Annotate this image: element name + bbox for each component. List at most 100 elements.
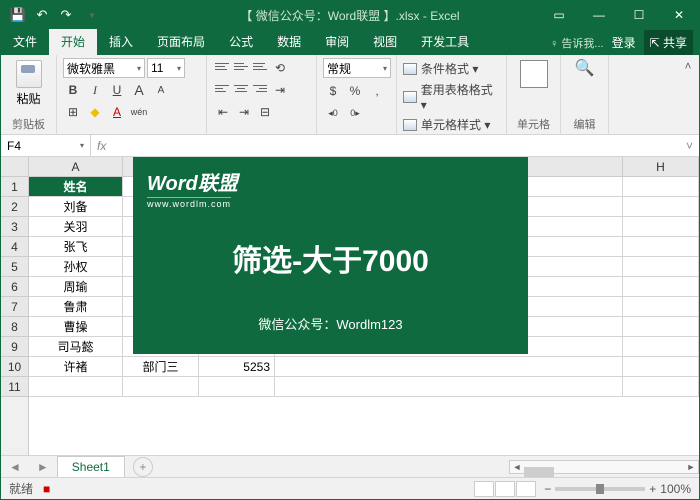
tab-data[interactable]: 数据 bbox=[265, 28, 313, 55]
tab-developer[interactable]: 开发工具 bbox=[409, 28, 481, 55]
cell[interactable] bbox=[623, 217, 699, 237]
save-button[interactable]: 💾 bbox=[7, 4, 29, 26]
align-center-icon[interactable] bbox=[232, 80, 250, 96]
cell[interactable] bbox=[123, 377, 199, 397]
tab-formulas[interactable]: 公式 bbox=[217, 28, 265, 55]
redo-button[interactable]: ↷ bbox=[55, 4, 77, 26]
cell[interactable] bbox=[199, 377, 275, 397]
page-layout-view-button[interactable] bbox=[495, 481, 515, 497]
scroll-left-icon[interactable]: ◄ bbox=[510, 462, 524, 472]
scroll-right-icon[interactable]: ► bbox=[684, 462, 698, 472]
cell[interactable] bbox=[275, 357, 623, 377]
sheet-tab-1[interactable]: Sheet1 bbox=[57, 456, 125, 477]
font-color-button[interactable]: A bbox=[107, 102, 127, 122]
align-right-icon[interactable] bbox=[251, 80, 269, 96]
cell[interactable]: 姓名 bbox=[29, 177, 123, 197]
ribbon-options-icon[interactable]: ▭ bbox=[539, 1, 579, 29]
grow-font-button[interactable]: A bbox=[129, 80, 149, 100]
fx-icon[interactable]: fx bbox=[97, 139, 106, 153]
conditional-format-button[interactable]: 条件格式 ▾ bbox=[403, 58, 500, 79]
row-header[interactable]: 9 bbox=[1, 337, 28, 357]
zoom-slider[interactable] bbox=[555, 487, 645, 491]
minimize-button[interactable]: — bbox=[579, 1, 619, 29]
align-middle-icon[interactable] bbox=[232, 58, 250, 74]
cell[interactable]: 刘备 bbox=[29, 197, 123, 217]
row-header[interactable]: 4 bbox=[1, 237, 28, 257]
tab-insert[interactable]: 插入 bbox=[97, 28, 145, 55]
tab-view[interactable]: 视图 bbox=[361, 28, 409, 55]
cell[interactable] bbox=[275, 377, 623, 397]
add-sheet-button[interactable]: + bbox=[133, 457, 153, 477]
decrease-indent-button[interactable]: ⇤ bbox=[213, 102, 233, 122]
currency-button[interactable]: $ bbox=[323, 81, 343, 101]
tab-review[interactable]: 审阅 bbox=[313, 28, 361, 55]
cell[interactable] bbox=[623, 297, 699, 317]
cell[interactable]: 关羽 bbox=[29, 217, 123, 237]
normal-view-button[interactable] bbox=[474, 481, 494, 497]
align-bottom-icon[interactable] bbox=[251, 58, 269, 74]
paste-button[interactable]: 粘贴 bbox=[7, 58, 50, 109]
find-icon[interactable]: 🔍 bbox=[574, 58, 596, 80]
cell[interactable] bbox=[623, 197, 699, 217]
cell[interactable] bbox=[623, 377, 699, 397]
login-link[interactable]: 登录 bbox=[612, 34, 636, 51]
font-size-combo[interactable]: 11▾ bbox=[147, 58, 185, 78]
share-button[interactable]: ⇱ 共享 bbox=[644, 30, 693, 55]
fill-color-button[interactable]: ◆ bbox=[85, 102, 105, 122]
zoom-in-button[interactable]: + bbox=[649, 482, 656, 496]
zoom-level[interactable]: 100% bbox=[660, 482, 691, 496]
undo-button[interactable]: ↶ bbox=[31, 4, 53, 26]
cell[interactable] bbox=[623, 257, 699, 277]
expand-formula-bar[interactable]: ˅ bbox=[686, 139, 693, 153]
increase-indent-button[interactable]: ⇥ bbox=[234, 102, 254, 122]
cell[interactable]: 鲁肃 bbox=[29, 297, 123, 317]
cell[interactable]: 张飞 bbox=[29, 237, 123, 257]
qat-customize[interactable]: ▼ bbox=[81, 4, 103, 26]
sheet-nav-left[interactable]: ◄ bbox=[1, 460, 29, 474]
name-box[interactable]: F4▾ bbox=[1, 135, 91, 156]
cell[interactable] bbox=[623, 357, 699, 377]
collapse-ribbon-button[interactable]: ˄ bbox=[677, 55, 699, 134]
cell[interactable]: 部门三 bbox=[123, 357, 199, 377]
sheet-nav-right[interactable]: ► bbox=[29, 460, 57, 474]
row-header[interactable]: 10 bbox=[1, 357, 28, 377]
close-button[interactable]: ✕ bbox=[659, 1, 699, 29]
cell[interactable] bbox=[623, 317, 699, 337]
wrap-text-button[interactable]: ⇥ bbox=[270, 80, 290, 100]
bold-button[interactable]: B bbox=[63, 80, 83, 100]
row-header[interactable]: 1 bbox=[1, 177, 28, 197]
tab-home[interactable]: 开始 bbox=[49, 28, 97, 55]
tab-layout[interactable]: 页面布局 bbox=[145, 28, 217, 55]
select-all-button[interactable] bbox=[1, 157, 28, 177]
row-header[interactable]: 6 bbox=[1, 277, 28, 297]
increase-decimal-button[interactable]: ◂0 bbox=[323, 103, 343, 123]
cell[interactable]: 5253 bbox=[199, 357, 275, 377]
merge-button[interactable]: ⊟ bbox=[255, 102, 275, 122]
cell[interactable]: 曹操 bbox=[29, 317, 123, 337]
maximize-button[interactable]: ☐ bbox=[619, 1, 659, 29]
cell[interactable] bbox=[29, 377, 123, 397]
tell-me[interactable]: ♀ 告诉我... bbox=[550, 35, 603, 51]
cell[interactable]: 孙权 bbox=[29, 257, 123, 277]
cell[interactable]: 周瑜 bbox=[29, 277, 123, 297]
cells-icon[interactable] bbox=[520, 60, 548, 88]
row-header[interactable]: 11 bbox=[1, 377, 28, 397]
cell[interactable]: 许褚 bbox=[29, 357, 123, 377]
format-table-button[interactable]: 套用表格格式 ▾ bbox=[403, 79, 500, 114]
row-header[interactable]: 5 bbox=[1, 257, 28, 277]
row-header[interactable]: 3 bbox=[1, 217, 28, 237]
macro-record-icon[interactable]: ■ bbox=[43, 482, 50, 496]
row-header[interactable]: 7 bbox=[1, 297, 28, 317]
phonetic-button[interactable]: wén bbox=[129, 102, 149, 122]
row-header[interactable]: 2 bbox=[1, 197, 28, 217]
align-top-icon[interactable] bbox=[213, 58, 231, 74]
font-name-combo[interactable]: 微软雅黑▾ bbox=[63, 58, 145, 78]
orientation-button[interactable]: ⟲ bbox=[270, 58, 290, 78]
percent-button[interactable]: % bbox=[345, 81, 365, 101]
scroll-thumb[interactable] bbox=[524, 467, 554, 477]
col-header-a[interactable]: A bbox=[29, 157, 123, 177]
cell[interactable] bbox=[623, 237, 699, 257]
row-header[interactable]: 8 bbox=[1, 317, 28, 337]
underline-button[interactable]: U bbox=[107, 80, 127, 100]
cell[interactable] bbox=[623, 277, 699, 297]
